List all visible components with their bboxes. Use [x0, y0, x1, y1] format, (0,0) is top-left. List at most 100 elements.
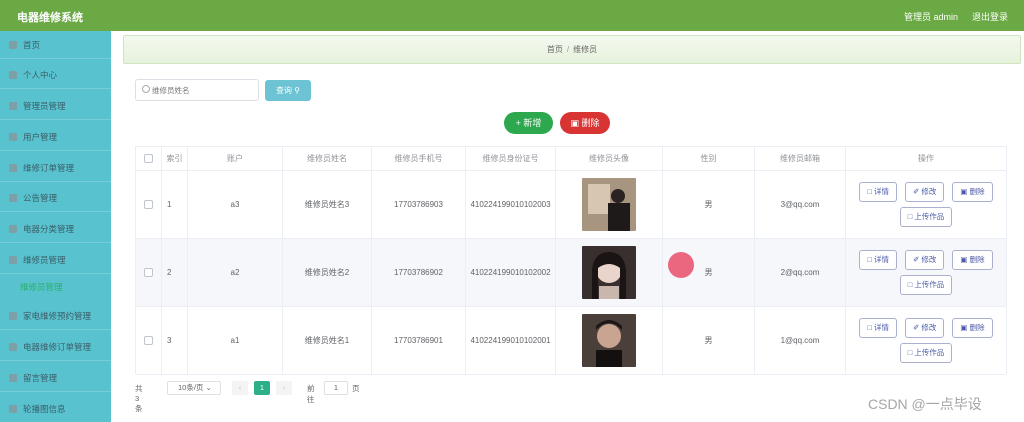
sidebar-item-category[interactable]: 电器分类管理	[0, 215, 111, 243]
message-icon	[9, 374, 17, 382]
sidebar-item-label: 个人中心	[23, 70, 58, 80]
upload-icon: □	[907, 348, 913, 357]
sidebar-item-home[interactable]: 首页	[0, 31, 111, 59]
trash-icon: ▣	[960, 187, 968, 196]
logout-link[interactable]: 退出登录	[972, 10, 1008, 23]
cell-id-card: 410224199010102001	[466, 307, 556, 374]
sidebar-item-users[interactable]: 用户管理	[0, 123, 111, 151]
sidebar-item-repair-orders[interactable]: 电器维修订单管理	[0, 333, 111, 361]
breadcrumb: 首页 / 维修员	[123, 35, 1021, 64]
breadcrumb-separator: /	[566, 45, 570, 54]
sidebar-item-carousel[interactable]: 轮播图信息	[0, 395, 111, 422]
row-select-cell	[136, 239, 162, 306]
sidebar-item-label: 用户管理	[23, 132, 58, 142]
batch-delete-button[interactable]: ▣ 删除	[560, 112, 610, 134]
avatar-photo	[582, 314, 636, 367]
sidebar-item-label: 留言管理	[23, 373, 58, 383]
header-gender: 性别	[663, 147, 755, 170]
edit-icon: ✐	[913, 187, 920, 196]
table-row: 1 a3 维修员姓名3 17703786903 4102241990101020…	[136, 171, 1006, 239]
upload-works-button[interactable]: □ 上传作品	[899, 207, 953, 227]
search-button[interactable]: 查询 ⚲	[265, 80, 311, 101]
header-id-card: 维修员身份证号	[466, 147, 556, 170]
detail-icon: □	[867, 187, 872, 196]
detail-button[interactable]: □ 详情	[859, 182, 898, 202]
carousel-icon	[9, 405, 17, 413]
sidebar-item-messages[interactable]: 留言管理	[0, 364, 111, 392]
delete-button[interactable]: ▣ 删除	[952, 318, 993, 338]
appointment-icon	[9, 312, 17, 320]
edit-icon: ✐	[913, 255, 920, 264]
cell-name: 维修员姓名2	[283, 239, 372, 306]
detail-button[interactable]: □ 详情	[859, 250, 898, 270]
sidebar-item-label: 轮播图信息	[23, 404, 66, 414]
goto-page-input[interactable]: 1	[324, 381, 348, 395]
sidebar-item-admin[interactable]: 管理员管理	[0, 92, 111, 120]
upload-label: 上传作品	[914, 348, 945, 357]
cell-account: a2	[188, 239, 283, 306]
sidebar-item-profile[interactable]: 个人中心	[0, 61, 111, 89]
sidebar-item-orders[interactable]: 维修订单管理	[0, 154, 111, 182]
sidebar-item-workers[interactable]: 维修员管理	[0, 246, 111, 274]
detail-button[interactable]: □ 详情	[859, 318, 898, 338]
breadcrumb-current: 维修员	[573, 45, 598, 54]
search-field[interactable]	[135, 79, 259, 101]
table-header: 索引 账户 维修员姓名 维修员手机号 维修员身份证号 维修员头像 性别 维修员邮…	[136, 147, 1006, 171]
cell-index: 2	[162, 239, 188, 306]
prev-page-button[interactable]: ‹	[232, 381, 248, 395]
edit-button[interactable]: ✐ 修改	[905, 318, 945, 338]
next-page-button[interactable]: ›	[276, 381, 292, 395]
search-icon	[142, 85, 150, 93]
search-input[interactable]	[152, 83, 256, 98]
avatar-photo	[582, 178, 636, 231]
cell-email: 3@qq.com	[755, 171, 846, 238]
workers-table: 索引 账户 维修员姓名 维修员手机号 维修员身份证号 维修员头像 性别 维修员邮…	[135, 146, 1007, 375]
cell-avatar	[556, 171, 663, 238]
cell-gender: 男	[663, 307, 755, 374]
upload-icon: □	[907, 212, 913, 221]
edit-button[interactable]: ✐ 修改	[905, 250, 945, 270]
row-checkbox[interactable]	[144, 268, 153, 277]
cell-name: 维修员姓名1	[283, 307, 372, 374]
header-actions: 操作	[918, 154, 934, 163]
cursor-highlight	[668, 252, 694, 278]
goto-unit: 页	[352, 384, 360, 393]
delete-label: 删除	[969, 187, 985, 196]
category-icon	[9, 225, 17, 233]
cell-id-card: 410224199010102002	[466, 239, 556, 306]
sidebar-item-label: 公告管理	[23, 193, 58, 203]
sidebar-subitem-workers[interactable]: 维修员管理	[0, 277, 111, 297]
upload-icon: □	[907, 280, 913, 289]
cell-index: 1	[162, 171, 188, 238]
detail-label: 详情	[874, 187, 890, 196]
row-checkbox[interactable]	[144, 336, 153, 345]
row-select-cell	[136, 171, 162, 238]
sidebar: 首页 个人中心 管理员管理 用户管理 维修订单管理 公告管理 电器分类管理 维修…	[0, 31, 111, 422]
users-icon	[9, 133, 17, 141]
page-size-select[interactable]: 10条/页 ⌄	[167, 381, 221, 395]
page-number-current[interactable]: 1	[254, 381, 270, 395]
row-select-cell	[136, 307, 162, 374]
upload-works-button[interactable]: □ 上传作品	[899, 343, 953, 363]
add-button[interactable]: + 新增	[504, 112, 553, 134]
row-checkbox[interactable]	[144, 200, 153, 209]
watermark: CSDN @一点毕设	[868, 396, 982, 412]
header-index: 索引	[162, 147, 188, 170]
upload-works-button[interactable]: □ 上传作品	[899, 275, 953, 295]
sidebar-item-appointment[interactable]: 家电维修预约管理	[0, 302, 111, 330]
edit-button[interactable]: ✐ 修改	[905, 182, 945, 202]
detail-label: 详情	[874, 323, 890, 332]
sidebar-item-label: 家电维修预约管理	[23, 311, 92, 321]
select-all-cell	[136, 147, 162, 170]
upload-label: 上传作品	[914, 280, 945, 289]
select-all-checkbox[interactable]	[144, 154, 153, 163]
delete-button[interactable]: ▣ 删除	[952, 250, 993, 270]
detail-icon: □	[867, 323, 872, 332]
edit-icon: ✐	[913, 323, 920, 332]
worker-icon	[9, 256, 17, 264]
delete-button[interactable]: ▣ 删除	[952, 182, 993, 202]
sidebar-item-label: 电器分类管理	[23, 224, 75, 234]
sidebar-item-notice[interactable]: 公告管理	[0, 184, 111, 212]
breadcrumb-home[interactable]: 首页	[547, 45, 563, 54]
app-title: 电器维修系统	[17, 12, 83, 24]
